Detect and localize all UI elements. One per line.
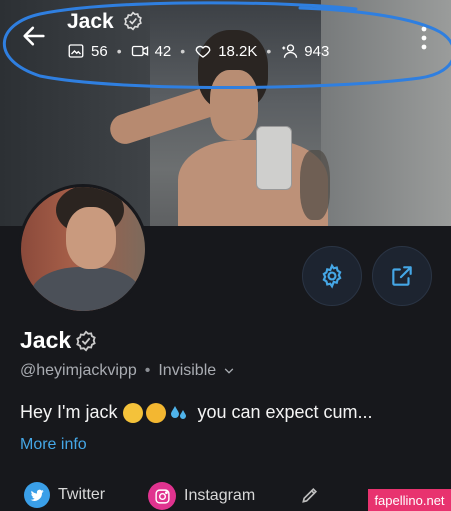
videos-stat[interactable]: 42 (131, 42, 172, 60)
bio-text-start: Hey I'm jack (20, 402, 118, 422)
photos-count: 56 (91, 42, 108, 60)
heart-icon (195, 45, 211, 58)
profile-name: Jack (20, 327, 72, 353)
top-bar: Jack 56 • 42 • 18.2K • 943 (0, 0, 451, 88)
profile-bio: Hey I'm jack you can expect cum... (20, 402, 373, 423)
separator-dot: • (116, 43, 122, 59)
share-button[interactable] (372, 246, 432, 306)
verified-badge-icon (76, 330, 96, 352)
avatar[interactable] (18, 184, 148, 314)
settings-button[interactable] (302, 246, 362, 306)
grinning-emoji-icon (123, 402, 144, 423)
edit-pencil-icon[interactable] (300, 485, 320, 505)
twitter-link[interactable]: Twitter (24, 482, 105, 508)
likes-count: 18.2K (218, 42, 258, 60)
image-icon (68, 44, 84, 58)
separator-dot: • (144, 362, 151, 379)
status-selector[interactable]: Invisible (158, 362, 216, 380)
instagram-link[interactable]: Instagram (148, 482, 255, 510)
share-icon (392, 266, 412, 286)
handle-row: @heyimjackvipp • Invisible (20, 362, 236, 380)
watermark: fapellino.net (368, 489, 451, 511)
separator-dot: • (266, 43, 272, 59)
bio-text-end: you can expect cum... (197, 402, 373, 422)
twitter-label: Twitter (58, 486, 106, 503)
verified-badge-icon (124, 11, 142, 31)
separator-dot: • (180, 43, 186, 59)
profile-stats: 56 • 42 • 18.2K • 943 (67, 40, 329, 62)
winking-emoji-icon (146, 402, 167, 423)
more-options-icon[interactable] (415, 24, 433, 52)
more-info-link[interactable]: More info (20, 436, 87, 454)
droplets-emoji-icon (171, 405, 187, 419)
instagram-icon (148, 482, 176, 510)
chevron-down-icon[interactable] (222, 364, 236, 378)
page-title: Jack (67, 10, 114, 33)
fans-count: 943 (304, 42, 330, 60)
photos-stat[interactable]: 56 (67, 42, 108, 60)
instagram-label: Instagram (184, 487, 256, 504)
gear-icon (322, 263, 342, 289)
video-icon (131, 45, 148, 57)
fans-stat[interactable]: 943 (280, 42, 329, 60)
likes-stat[interactable]: 18.2K (194, 42, 257, 60)
videos-count: 42 (154, 42, 172, 60)
back-arrow-icon[interactable] (20, 22, 48, 50)
fans-icon (282, 44, 298, 58)
twitter-icon (24, 482, 50, 508)
profile-handle: @heyimjackvipp (20, 362, 137, 379)
